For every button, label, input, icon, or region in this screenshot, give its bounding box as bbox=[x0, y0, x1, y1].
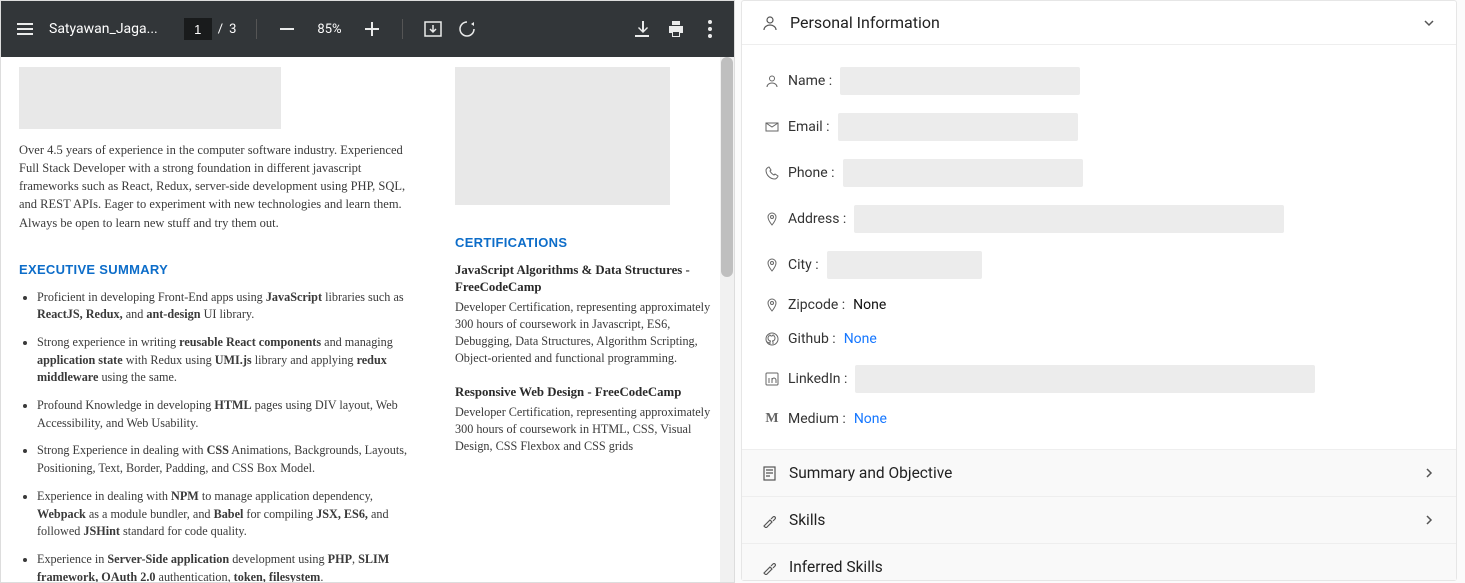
toolbar-separator bbox=[402, 19, 403, 39]
city-input[interactable] bbox=[827, 251, 982, 279]
medium-label: Medium : bbox=[788, 411, 846, 427]
phone-label: Phone : bbox=[788, 165, 835, 181]
redacted-block bbox=[19, 67, 281, 129]
cert-title: JavaScript Algorithms & Data Structures … bbox=[455, 262, 716, 295]
email-input[interactable] bbox=[838, 113, 1078, 141]
phone-icon bbox=[764, 166, 780, 180]
personal-info-title: Personal Information bbox=[790, 13, 1410, 32]
zipcode-value: None bbox=[853, 297, 886, 313]
chevron-down-icon bbox=[1422, 16, 1436, 30]
summary-section-title: Summary and Objective bbox=[789, 464, 1410, 482]
address-icon bbox=[764, 212, 780, 226]
total-pages: 3 bbox=[229, 22, 236, 37]
email-icon bbox=[764, 120, 780, 134]
cert-body: Developer Certification, representing ap… bbox=[455, 299, 716, 367]
document-icon bbox=[762, 466, 777, 481]
pdf-file-title: Satyawan_Jaga... bbox=[49, 21, 158, 37]
inferred-skills-icon bbox=[762, 560, 777, 575]
medium-row: M Medium : None bbox=[764, 411, 1434, 427]
city-row: City : bbox=[764, 251, 1434, 279]
zipcode-label: Zipcode : bbox=[788, 297, 845, 313]
exec-bullet: Profound Knowledge in developing HTML pa… bbox=[37, 397, 419, 432]
inferred-skills-section-title: Inferred Skills bbox=[789, 558, 1436, 576]
pdf-toolbar: Satyawan_Jaga... / 3 85% bbox=[1, 1, 734, 57]
medium-value[interactable]: None bbox=[854, 411, 887, 427]
print-icon[interactable] bbox=[666, 19, 686, 39]
github-label: Github : bbox=[788, 331, 836, 347]
rotate-icon[interactable] bbox=[457, 19, 477, 39]
certifications-header: CERTIFICATIONS bbox=[455, 235, 716, 250]
cert-title: Responsive Web Design - FreeCodeCamp bbox=[455, 384, 716, 401]
zipcode-row: Zipcode : None bbox=[764, 297, 1434, 313]
zipcode-icon bbox=[764, 298, 780, 312]
name-input[interactable] bbox=[840, 67, 1080, 95]
exec-bullet: Strong experience in writing reusable Re… bbox=[37, 334, 419, 387]
name-label: Name : bbox=[788, 73, 832, 89]
city-icon bbox=[764, 258, 780, 272]
more-options-icon[interactable] bbox=[700, 19, 720, 39]
certifications-list: JavaScript Algorithms & Data Structures … bbox=[455, 262, 716, 455]
exec-bullet: Experience in Server-Side application de… bbox=[37, 551, 419, 582]
city-label: City : bbox=[788, 257, 819, 273]
skills-icon bbox=[762, 513, 777, 528]
fit-page-icon[interactable] bbox=[423, 19, 443, 39]
zoom-level: 85% bbox=[317, 22, 341, 37]
linkedin-input[interactable] bbox=[855, 365, 1315, 393]
pdf-scrollbar-track[interactable] bbox=[720, 57, 734, 582]
name-icon bbox=[764, 74, 780, 88]
address-input[interactable] bbox=[854, 205, 1284, 233]
skills-section-title: Skills bbox=[789, 511, 1410, 529]
medium-icon: M bbox=[764, 411, 780, 427]
exec-bullet: Experience in dealing with NPM to manage… bbox=[37, 488, 419, 541]
page-indicator: / 3 bbox=[184, 18, 237, 40]
toolbar-separator bbox=[256, 19, 257, 39]
linkedin-row: LinkedIn : bbox=[764, 365, 1434, 393]
phone-input[interactable] bbox=[843, 159, 1083, 187]
name-row: Name : bbox=[764, 67, 1434, 95]
github-icon bbox=[764, 332, 780, 346]
personal-info-body: Name : Email : Phone : Address : bbox=[742, 45, 1456, 449]
zoom-out-icon[interactable] bbox=[277, 19, 297, 39]
pdf-viewer-panel: Satyawan_Jaga... / 3 85% bbox=[0, 0, 735, 583]
inferred-skills-section-header[interactable]: Inferred Skills bbox=[742, 543, 1456, 580]
skills-section-header[interactable]: Skills bbox=[742, 496, 1456, 543]
email-row: Email : bbox=[764, 113, 1434, 141]
redacted-block bbox=[455, 67, 670, 205]
page-sep: / bbox=[218, 22, 223, 37]
exec-bullet: Strong Experience in dealing with CSS An… bbox=[37, 442, 419, 477]
hamburger-menu-icon[interactable] bbox=[15, 19, 35, 39]
resume-summary-text: Over 4.5 years of experience in the comp… bbox=[19, 141, 419, 232]
personal-info-header[interactable]: Personal Information bbox=[742, 1, 1456, 45]
linkedin-label: LinkedIn : bbox=[788, 371, 847, 387]
summary-section-header[interactable]: Summary and Objective bbox=[742, 449, 1456, 496]
phone-row: Phone : bbox=[764, 159, 1434, 187]
github-row: Github : None bbox=[764, 331, 1434, 347]
person-icon bbox=[762, 15, 778, 31]
pdf-scrollbar-thumb[interactable] bbox=[721, 57, 733, 277]
address-label: Address : bbox=[788, 211, 846, 227]
address-row: Address : bbox=[764, 205, 1434, 233]
download-icon[interactable] bbox=[632, 19, 652, 39]
pdf-content-area: Over 4.5 years of experience in the comp… bbox=[1, 57, 734, 582]
chevron-right-icon bbox=[1422, 466, 1436, 480]
github-value[interactable]: None bbox=[844, 331, 877, 347]
email-label: Email : bbox=[788, 119, 830, 135]
form-panel: Personal Information Name : Email : bbox=[735, 0, 1465, 583]
zoom-in-icon[interactable] bbox=[362, 19, 382, 39]
linkedin-icon bbox=[764, 372, 780, 386]
cert-body: Developer Certification, representing ap… bbox=[455, 404, 716, 455]
chevron-right-icon bbox=[1422, 513, 1436, 527]
personal-info-accordion: Personal Information Name : Email : bbox=[741, 0, 1457, 581]
current-page-input[interactable] bbox=[184, 18, 212, 40]
exec-bullet: Proficient in developing Front-End apps … bbox=[37, 289, 419, 324]
exec-summary-list: Proficient in developing Front-End apps … bbox=[19, 289, 419, 582]
exec-summary-header: EXECUTIVE SUMMARY bbox=[19, 262, 419, 277]
